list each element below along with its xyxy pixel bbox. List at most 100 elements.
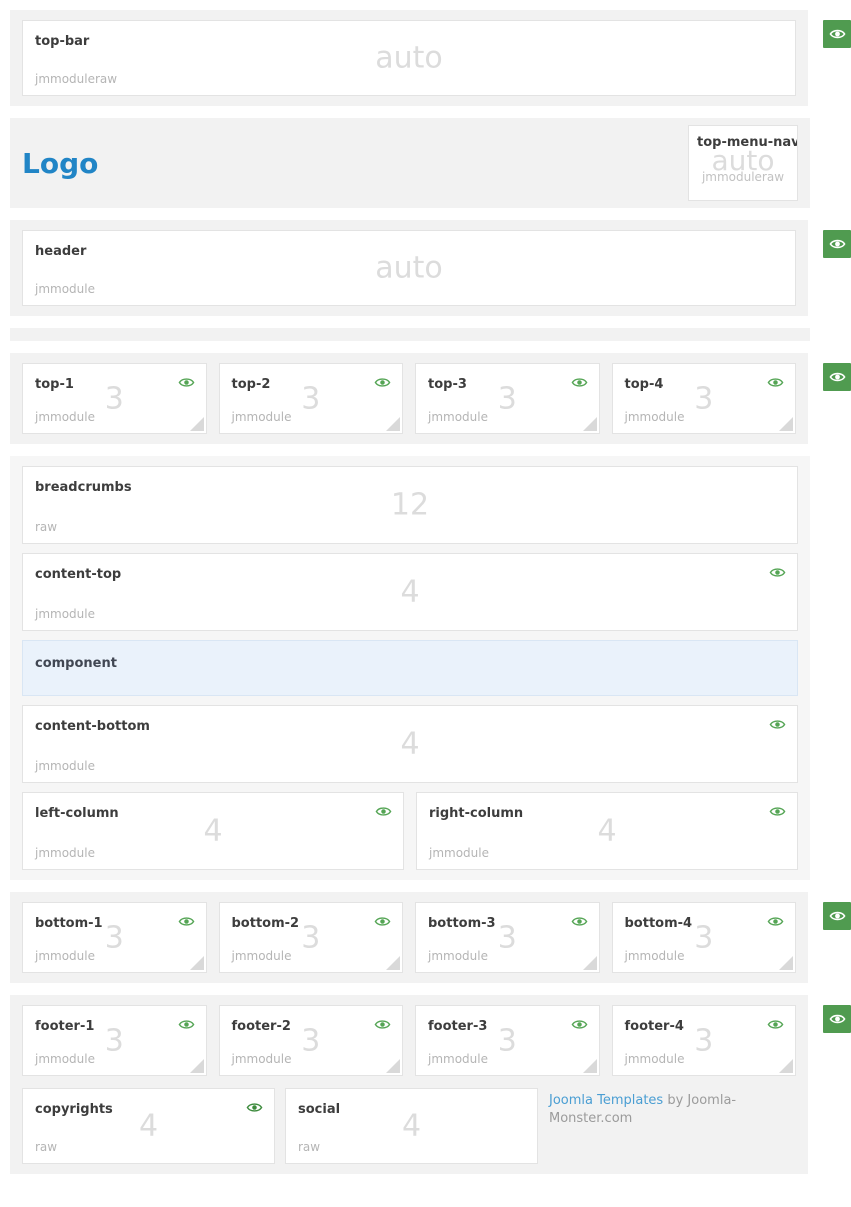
position-width-label: 3 xyxy=(694,1023,713,1058)
position-title: top-4 xyxy=(625,377,664,392)
template-positions-page: top-bar auto jmmoduleraw Logo top-menu-n… xyxy=(0,0,851,1174)
position-top-2[interactable]: top-2 3 jmmodule xyxy=(219,363,404,434)
position-breadcrumbs[interactable]: breadcrumbs 12 raw xyxy=(22,466,798,544)
position-top-3[interactable]: top-3 3 jmmodule xyxy=(415,363,600,434)
eye-icon[interactable] xyxy=(375,805,392,818)
eye-icon[interactable] xyxy=(178,1018,195,1031)
position-footer-3[interactable]: footer-3 3 jmmodule xyxy=(415,1005,600,1076)
resize-handle[interactable] xyxy=(583,417,597,431)
eye-icon[interactable] xyxy=(178,915,195,928)
position-width-label: 4 xyxy=(597,814,616,849)
position-type-label: jmmodule xyxy=(428,949,488,963)
position-type-label: jmmodule xyxy=(35,410,95,424)
position-title: copyrights xyxy=(35,1102,113,1117)
position-bottom-1[interactable]: bottom-1 3 jmmodule xyxy=(22,902,207,973)
eye-icon[interactable] xyxy=(374,915,391,928)
position-content-bottom[interactable]: content-bottom 4 jmmodule xyxy=(22,705,798,783)
resize-handle[interactable] xyxy=(583,956,597,970)
position-type-label: jmmodule xyxy=(429,846,489,860)
position-footer-2[interactable]: footer-2 3 jmmodule xyxy=(219,1005,404,1076)
position-copyrights[interactable]: copyrights 4 raw xyxy=(22,1088,275,1164)
position-type-label: raw xyxy=(298,1140,320,1154)
position-title: bottom-4 xyxy=(625,916,693,931)
eye-icon xyxy=(829,909,846,923)
logo: Logo xyxy=(22,147,98,180)
eye-icon[interactable] xyxy=(769,566,786,579)
resize-handle[interactable] xyxy=(190,417,204,431)
resize-handle[interactable] xyxy=(779,1059,793,1073)
position-top-menu-nav[interactable]: top-menu-nav auto jmmoduleraw xyxy=(688,125,798,201)
position-type-label: jmmodule xyxy=(35,607,95,621)
position-width-label: 3 xyxy=(105,381,124,416)
resize-handle[interactable] xyxy=(779,956,793,970)
position-title: right-column xyxy=(429,806,523,821)
position-title: social xyxy=(298,1102,340,1117)
resize-handle[interactable] xyxy=(190,956,204,970)
position-type-label: raw xyxy=(35,1140,57,1154)
position-width-label: 3 xyxy=(301,920,320,955)
position-content-top[interactable]: content-top 4 jmmodule xyxy=(22,553,798,631)
top-bar-row: top-bar auto jmmoduleraw xyxy=(10,10,851,106)
position-width-label: 3 xyxy=(498,381,517,416)
eye-icon[interactable] xyxy=(769,718,786,731)
eye-icon[interactable] xyxy=(374,1018,391,1031)
position-right-column[interactable]: right-column 4 jmmodule xyxy=(416,792,798,870)
toggle-row-visibility-button[interactable] xyxy=(823,902,851,930)
resize-handle[interactable] xyxy=(190,1059,204,1073)
bottom-modules-section: bottom-1 3 jmmodule bottom-2 3 jmmodule … xyxy=(10,892,808,983)
position-top-4[interactable]: top-4 3 jmmodule xyxy=(612,363,797,434)
toggle-row-visibility-button[interactable] xyxy=(823,20,851,48)
position-width-label: 4 xyxy=(400,575,419,610)
position-footer-1[interactable]: footer-1 3 jmmodule xyxy=(22,1005,207,1076)
eye-icon[interactable] xyxy=(767,915,784,928)
position-social[interactable]: social 4 raw xyxy=(285,1088,538,1164)
top-modules-row: top-1 3 jmmodule top-2 3 jmmodule top-3 … xyxy=(10,353,851,444)
position-type-label: jmmoduleraw xyxy=(35,72,117,86)
toggle-row-visibility-button[interactable] xyxy=(823,1005,851,1033)
empty-strip xyxy=(10,328,810,341)
empty-strip-row xyxy=(10,328,851,341)
eye-icon[interactable] xyxy=(767,1018,784,1031)
position-top-bar[interactable]: top-bar auto jmmoduleraw xyxy=(22,20,796,96)
resize-handle[interactable] xyxy=(386,1059,400,1073)
resize-handle[interactable] xyxy=(386,956,400,970)
toggle-row-visibility-button[interactable] xyxy=(823,363,851,391)
position-bottom-3[interactable]: bottom-3 3 jmmodule xyxy=(415,902,600,973)
eye-icon[interactable] xyxy=(767,376,784,389)
resize-handle[interactable] xyxy=(583,1059,597,1073)
position-type-label: jmmodule xyxy=(35,282,95,296)
eye-icon[interactable] xyxy=(571,1018,588,1031)
eye-icon xyxy=(829,27,846,41)
eye-icon[interactable] xyxy=(178,376,195,389)
joomla-templates-link[interactable]: Joomla Templates xyxy=(549,1093,663,1108)
eye-icon[interactable] xyxy=(571,915,588,928)
position-width-label: 3 xyxy=(105,920,124,955)
position-header[interactable]: header auto jmmodule xyxy=(22,230,796,306)
credit-text: Joomla Templates by Joomla-Monster.com xyxy=(549,1088,789,1128)
eye-icon[interactable] xyxy=(374,376,391,389)
position-type-label: jmmodule xyxy=(232,410,292,424)
position-top-1[interactable]: top-1 3 jmmodule xyxy=(22,363,207,434)
eye-icon[interactable] xyxy=(769,805,786,818)
eye-icon[interactable] xyxy=(571,376,588,389)
position-title: breadcrumbs xyxy=(35,480,132,495)
position-title: footer-1 xyxy=(35,1019,94,1034)
position-title: bottom-3 xyxy=(428,916,496,931)
toggle-row-visibility-button[interactable] xyxy=(823,230,851,258)
position-bottom-2[interactable]: bottom-2 3 jmmodule xyxy=(219,902,404,973)
position-title: top-1 xyxy=(35,377,74,392)
eye-icon[interactable] xyxy=(246,1101,263,1114)
position-footer-4[interactable]: footer-4 3 jmmodule xyxy=(612,1005,797,1076)
position-title: bottom-1 xyxy=(35,916,103,931)
bottom-modules-row: bottom-1 3 jmmodule bottom-2 3 jmmodule … xyxy=(10,892,851,983)
position-left-column[interactable]: left-column 4 jmmodule xyxy=(22,792,404,870)
position-type-label: jmmodule xyxy=(35,846,95,860)
resize-handle[interactable] xyxy=(386,417,400,431)
position-width-label: 3 xyxy=(498,920,517,955)
eye-icon xyxy=(829,1012,846,1026)
position-type-label: jmmodule xyxy=(35,759,95,773)
resize-handle[interactable] xyxy=(779,417,793,431)
position-title: bottom-2 xyxy=(232,916,300,931)
position-title: content-bottom xyxy=(35,719,150,734)
position-bottom-4[interactable]: bottom-4 3 jmmodule xyxy=(612,902,797,973)
